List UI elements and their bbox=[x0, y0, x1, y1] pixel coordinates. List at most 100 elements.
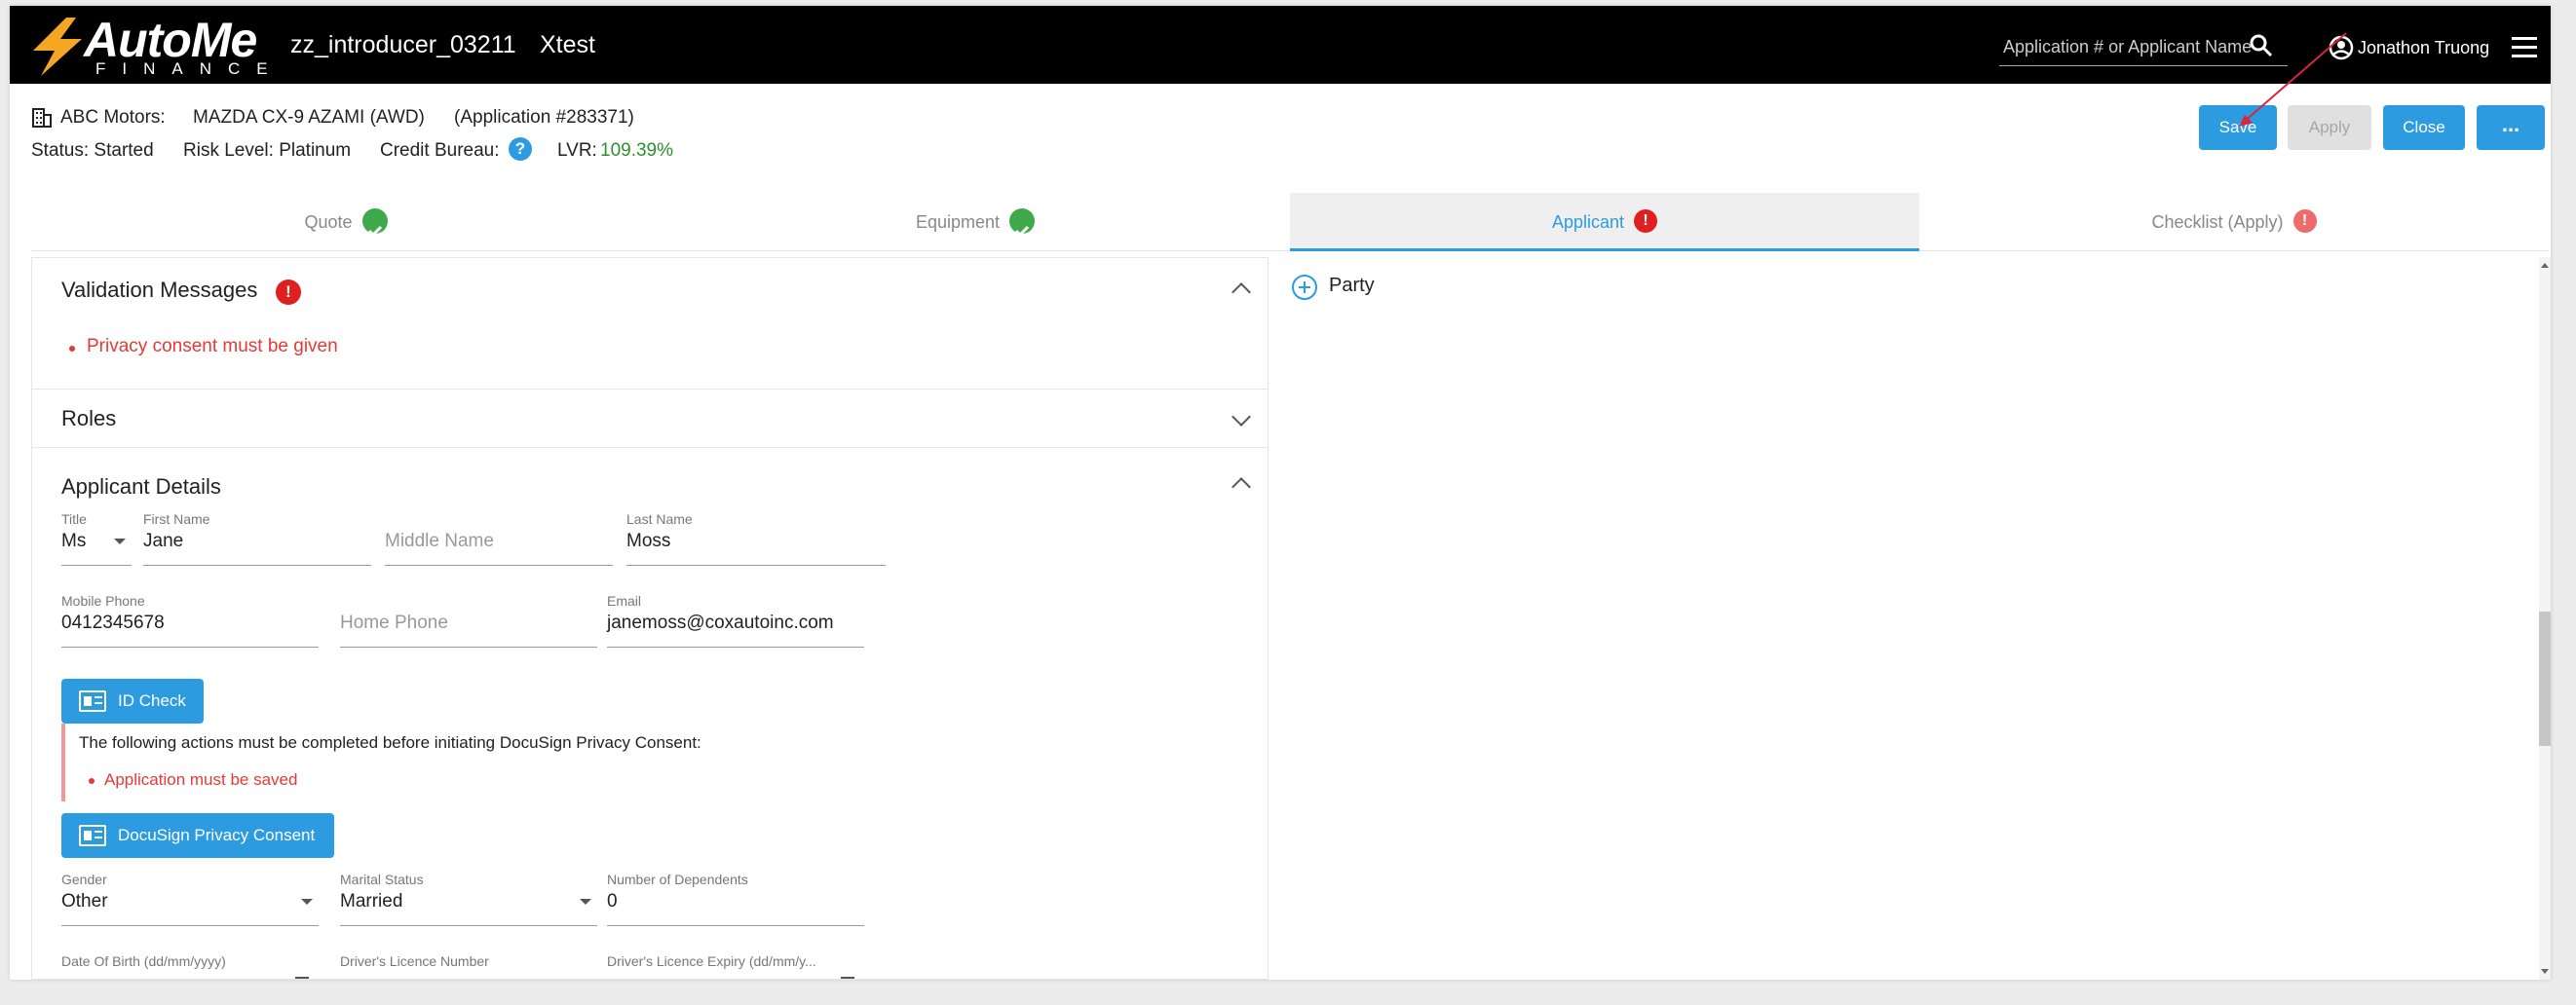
field-label: Date Of Birth (dd/mm/yyyy) bbox=[61, 953, 226, 969]
title-select[interactable]: Title Ms bbox=[61, 511, 132, 566]
introducer-id: zz_introducer_03211 bbox=[290, 31, 516, 58]
date-of-birth-field[interactable]: Date Of Birth (dd/mm/yyyy) bbox=[61, 953, 319, 979]
risk-level: Risk Level: Platinum bbox=[183, 140, 352, 161]
field-value: Moss bbox=[626, 531, 671, 551]
field-label: Marital Status bbox=[340, 872, 424, 887]
error-icon: ! bbox=[2292, 209, 2317, 234]
brand-subtitle: FINANCE bbox=[95, 59, 284, 78]
gender-select[interactable]: Gender Other bbox=[61, 872, 319, 926]
mobile-phone-field[interactable]: Mobile Phone 0412345678 bbox=[61, 593, 319, 648]
chevron-up-icon[interactable] bbox=[1231, 282, 1251, 302]
search-input[interactable]: Application # or Applicant Name bbox=[2003, 37, 2252, 57]
section-title: Applicant Details bbox=[61, 474, 221, 499]
first-name-field[interactable]: First Name Jane bbox=[143, 511, 371, 566]
field-label: Driver's Licence Number bbox=[340, 953, 489, 969]
tab-checklist[interactable]: Checklist (Apply)! bbox=[1919, 193, 2549, 251]
building-icon bbox=[32, 108, 52, 128]
application-status: Status: Started bbox=[31, 140, 154, 161]
notice-text: The following actions must be completed … bbox=[79, 733, 701, 752]
chevron-up-icon[interactable] bbox=[1231, 477, 1251, 497]
validation-messages-header[interactable]: Validation Messages ! bbox=[32, 258, 1268, 316]
tab-label: Equipment bbox=[915, 212, 1001, 232]
app-window: AutoMe FINANCE zz_introducer_03211 Xtest… bbox=[10, 6, 2551, 980]
tab-label: Checklist (Apply) bbox=[2151, 212, 2284, 232]
hamburger-menu-icon[interactable] bbox=[2512, 37, 2537, 58]
calendar-icon[interactable] bbox=[841, 977, 854, 979]
roles-header[interactable]: Roles bbox=[32, 391, 1268, 449]
section-title: Validation Messages bbox=[61, 278, 258, 302]
validation-message: Privacy consent must be given bbox=[87, 336, 338, 356]
tab-label: Applicant bbox=[1551, 212, 1625, 232]
home-phone-field[interactable]: Home Phone bbox=[340, 593, 597, 648]
party-panel: Party bbox=[1282, 257, 2539, 980]
check-circle-icon bbox=[361, 208, 388, 238]
field-value: Ms bbox=[61, 531, 87, 551]
field-value: 0412345678 bbox=[61, 613, 165, 633]
tab-bar: Quote Equipment Applicant! Checklist (Ap… bbox=[31, 193, 2549, 251]
field-value: janemoss@coxautoinc.com bbox=[607, 613, 834, 633]
id-check-button[interactable]: ID Check bbox=[61, 679, 204, 724]
marital-status-select[interactable]: Marital Status Married bbox=[340, 872, 597, 926]
middle-name-field[interactable]: Middle Name bbox=[385, 511, 613, 566]
error-icon: ! bbox=[1634, 209, 1658, 234]
field-value: Jane bbox=[143, 531, 184, 551]
tab-applicant[interactable]: Applicant! bbox=[1290, 193, 1919, 251]
account-name[interactable]: Jonathon Truong bbox=[2358, 38, 2489, 58]
field-label: Email bbox=[607, 593, 642, 609]
dropdown-arrow-icon bbox=[301, 899, 313, 905]
scroll-down-arrow-icon[interactable] bbox=[2541, 969, 2549, 974]
more-options-button[interactable]: ... bbox=[2477, 105, 2545, 150]
lightning-bolt-icon bbox=[33, 18, 82, 76]
field-placeholder: Home Phone bbox=[340, 613, 448, 633]
email-field[interactable]: Email janemoss@coxautoinc.com bbox=[607, 593, 864, 648]
autome-logo[interactable]: AutoMe FINANCE bbox=[27, 13, 271, 78]
drivers-licence-expiry-field[interactable]: Driver's Licence Expiry (dd/mm/y... bbox=[607, 953, 864, 979]
chevron-down-icon[interactable] bbox=[1231, 407, 1251, 427]
field-label: Number of Dependents bbox=[607, 872, 748, 887]
button-label: DocuSign Privacy Consent bbox=[118, 826, 316, 844]
field-label: First Name bbox=[143, 511, 210, 527]
number-of-dependents-field[interactable]: Number of Dependents 0 bbox=[607, 872, 864, 926]
dropdown-arrow-icon bbox=[580, 899, 591, 905]
field-label: Mobile Phone bbox=[61, 593, 145, 609]
bullet bbox=[89, 778, 95, 784]
application-number: (Application #283371) bbox=[454, 107, 634, 128]
last-name-field[interactable]: Last Name Moss bbox=[626, 511, 886, 566]
scroll-up-arrow-icon[interactable] bbox=[2541, 263, 2549, 268]
add-party-label[interactable]: Party bbox=[1329, 275, 1375, 297]
scrollbar-thumb[interactable] bbox=[2539, 612, 2551, 746]
field-value: 0 bbox=[607, 891, 618, 912]
field-label: Driver's Licence Expiry (dd/mm/y... bbox=[607, 953, 816, 969]
lvr-label: LVR: bbox=[557, 140, 597, 161]
field-label: Last Name bbox=[626, 511, 693, 527]
error-icon: ! bbox=[276, 279, 301, 305]
field-value: Married bbox=[340, 891, 403, 912]
divider bbox=[32, 447, 1268, 448]
add-circle-icon[interactable] bbox=[1292, 275, 1317, 300]
credit-bureau-label: Credit Bureau: bbox=[380, 140, 500, 161]
docusign-privacy-consent-button[interactable]: DocuSign Privacy Consent bbox=[61, 813, 334, 858]
dealer-name: ABC Motors: bbox=[60, 107, 166, 128]
app-bar: AutoMe FINANCE zz_introducer_03211 Xtest… bbox=[10, 6, 2551, 84]
vehicle-name: MAZDA CX-9 AZAMI (AWD) bbox=[193, 107, 425, 128]
help-icon[interactable]: ? bbox=[509, 137, 532, 161]
applicant-details-header[interactable]: Applicant Details bbox=[32, 453, 1268, 511]
check-circle-icon bbox=[1009, 208, 1036, 238]
tab-equipment[interactable]: Equipment bbox=[661, 193, 1290, 251]
calendar-icon[interactable] bbox=[295, 977, 309, 979]
section-title: Roles bbox=[61, 406, 117, 430]
lvr-value: 109.39% bbox=[600, 140, 674, 161]
id-card-icon bbox=[79, 825, 106, 846]
annotation-arrow bbox=[2239, 32, 2347, 127]
close-button[interactable]: Close bbox=[2383, 105, 2465, 150]
button-label: ID Check bbox=[118, 691, 186, 710]
drivers-licence-number-field[interactable]: Driver's Licence Number bbox=[340, 953, 597, 979]
tab-quote[interactable]: Quote bbox=[31, 193, 661, 251]
field-label: Title bbox=[61, 511, 87, 527]
dropdown-arrow-icon bbox=[114, 539, 126, 544]
scrollbar[interactable] bbox=[2539, 257, 2551, 980]
bullet bbox=[69, 346, 75, 352]
applicant-form-panel: Validation Messages ! Privacy consent mu… bbox=[31, 257, 1269, 980]
divider bbox=[32, 389, 1268, 390]
notice-item: Application must be saved bbox=[104, 770, 298, 789]
